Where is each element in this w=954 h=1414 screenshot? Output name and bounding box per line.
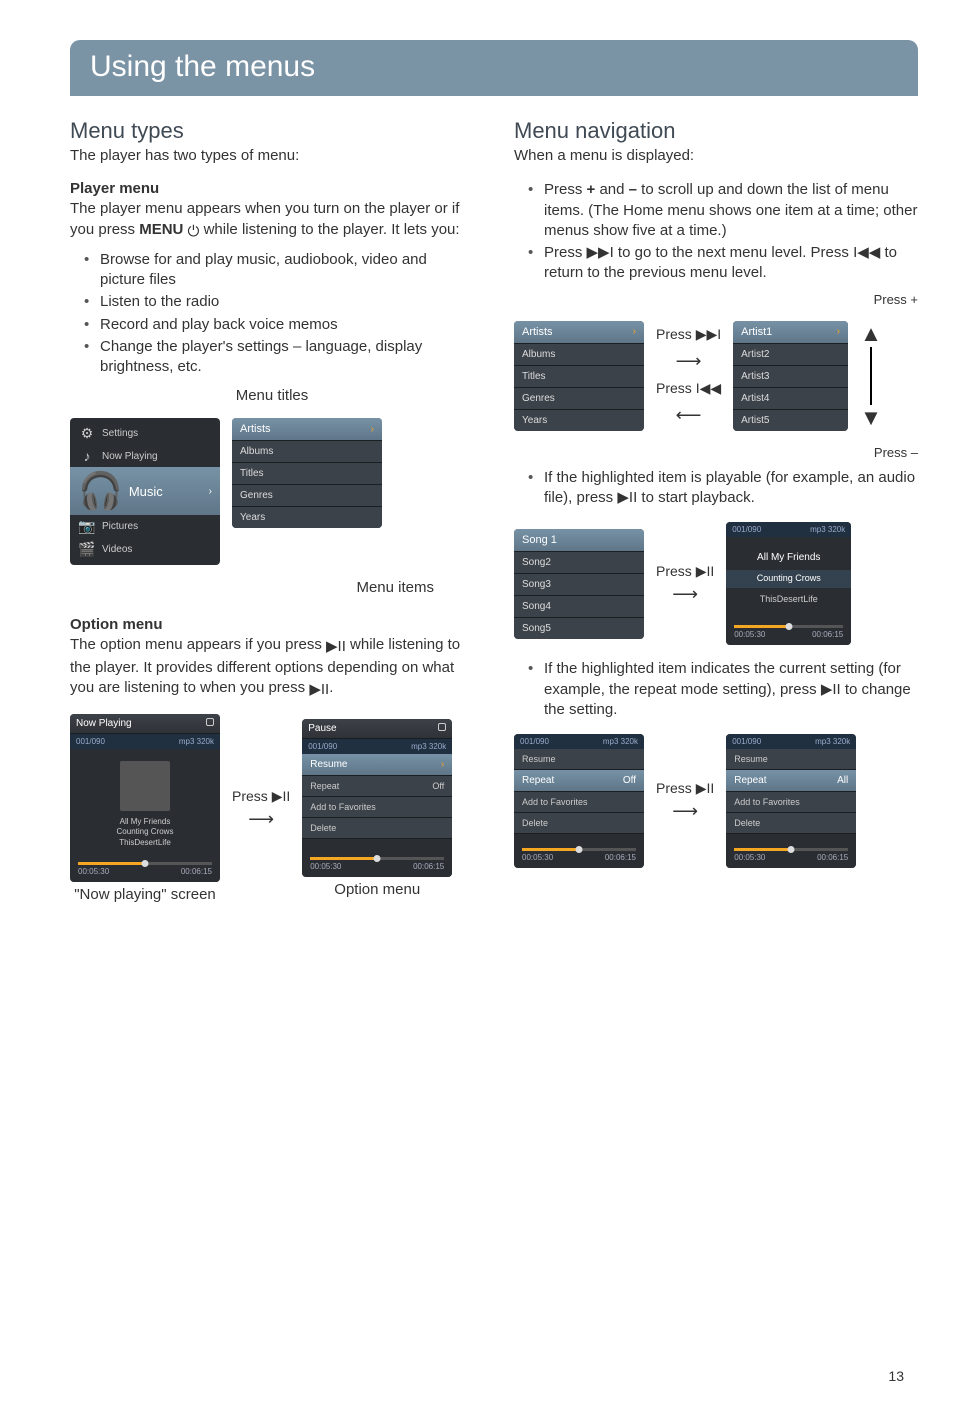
playback-screen: 001/090mp3 320k All My Friends Counting … [726,522,851,645]
option-menu-body: The option menu appears if you press ▶II… [70,635,474,700]
play-pause-icon: ▶II [617,489,637,506]
nav-right-menu: Artist1› Artist2 Artist3 Artist4 Artist5 [733,321,848,431]
list-item: Press ▶▶I to go to the next menu level. … [528,243,918,284]
right-column: Menu navigation When a menu is displayed… [514,104,918,917]
arrow-down-icon: ▼ [860,405,882,431]
press-label: Press ▶II [232,788,290,805]
player-menu-bullets: Browse for and play music, audiobook, vi… [84,250,474,378]
page-title: Using the menus [70,40,918,96]
play-pause-icon: ▶II [696,780,715,796]
chevron-right-icon: › [837,326,840,337]
chevron-right-icon: › [441,759,444,770]
home-menu-screen: ⚙Settings ♪Now Playing 🎧Music› 📷Pictures… [70,418,220,565]
arrow-up-icon: ▲ [860,321,882,347]
option-menu-heading: Option menu [70,616,474,633]
nav-bullets: Press + and – to scroll up and down the … [528,180,918,283]
lock-icon [206,718,214,726]
list-item: Browse for and play music, audiobook, vi… [84,250,474,291]
arrow-left-icon: ⟵ [676,405,702,426]
press-minus-label: Press – [514,445,918,460]
menu-navigation-heading: Menu navigation [514,118,918,144]
option-menu-screen: Pause 001/090mp3 320k Resume› RepeatOff … [302,719,452,877]
lock-icon [438,723,446,731]
chevron-right-icon: › [371,424,374,435]
list-item: Change the player's settings – language,… [84,337,474,378]
menu-types-intro: The player has two types of menu: [70,146,474,166]
videos-icon: 🎬 [78,541,96,558]
prev-icon: I◀◀ [696,380,721,396]
nav-left-menu: Artists› Albums Titles Genres Years [514,321,644,431]
menu-navigation-intro: When a menu is displayed: [514,146,918,166]
power-icon: ⏻ [188,222,200,242]
play-pause-icon: ▶II [326,637,346,657]
repeat-off-screen: 001/090mp3 320k Resume RepeatOff Add to … [514,734,644,868]
menu-items-label: Menu items [70,579,474,596]
now-playing-caption: "Now playing" screen [74,886,216,903]
next-icon: ▶▶I [696,326,721,342]
arrow-right-icon: ⟶ [676,351,702,372]
player-menu-heading: Player menu [70,180,474,197]
menu-types-heading: Menu types [70,118,474,144]
chevron-right-icon: › [209,486,212,497]
option-menu-caption: Option menu [334,881,420,898]
press-plus-label: Press + [514,292,918,307]
page-number: 13 [888,1368,904,1384]
menu-titles-label: Menu titles [70,387,474,404]
play-pause-icon: ▶II [821,681,841,698]
prev-icon: I◀◀ [853,244,880,261]
next-icon: ▶▶I [587,244,614,261]
settings-icon: ⚙ [78,425,96,442]
arrow-right-icon: ⟶ [672,584,698,605]
play-pause-icon: ▶II [309,680,329,700]
list-item: Record and play back voice memos [84,315,474,335]
list-item: Press + and – to scroll up and down the … [528,180,918,241]
list-item: Listen to the radio [84,292,474,312]
left-column: Menu types The player has two types of m… [70,104,474,917]
arrow-right-icon: ⟶ [248,809,274,830]
pictures-icon: 📷 [78,518,96,535]
album-art-placeholder [120,761,170,811]
sub-menu-screen: Artists› Albums Titles Genres Years [232,418,382,528]
player-menu-body: The player menu appears when you turn on… [70,199,474,242]
arrow-right-icon: ⟶ [672,801,698,822]
chevron-right-icon: › [633,326,636,337]
list-item: If the highlighted item indicates the cu… [528,659,918,720]
content: Menu types The player has two types of m… [0,104,954,917]
play-pause-icon: ▶II [696,563,715,579]
repeat-all-screen: 001/090mp3 320k Resume RepeatAll Add to … [726,734,856,868]
song-menu: Song 1 Song2 Song3 Song4 Song5 [514,529,644,639]
play-pause-icon: ▶II [272,788,291,804]
now-playing-screen: Now Playing 001/090mp3 320k All My Frien… [70,714,220,882]
list-item: If the highlighted item is playable (for… [528,468,918,509]
now-playing-icon: ♪ [78,448,96,464]
music-icon: 🎧 [78,470,123,512]
